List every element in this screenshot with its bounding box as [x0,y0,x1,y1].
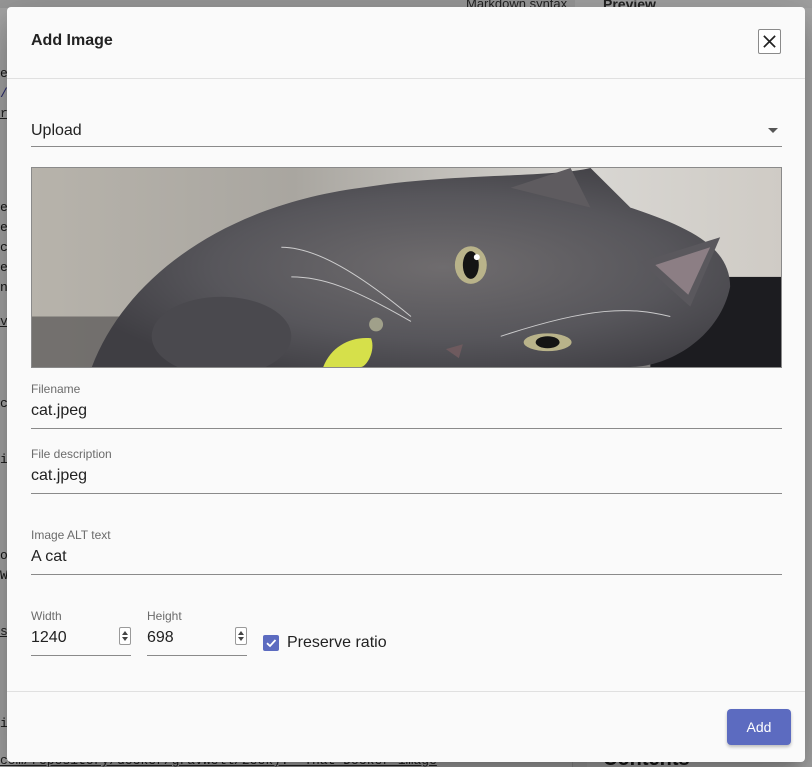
width-label: Width [31,609,62,623]
stepper-down-icon[interactable] [122,637,128,641]
image-preview [31,167,782,368]
dropdown-arrow-icon [768,128,778,133]
width-stepper[interactable] [119,627,131,645]
width-input[interactable] [31,625,131,656]
dialog-footer: Add [7,691,805,763]
file-description-field: File description [31,447,782,494]
preserve-ratio-checkbox[interactable] [263,635,279,651]
height-input[interactable] [147,625,247,656]
stepper-up-icon[interactable] [122,631,128,635]
dialog-title: Add Image [31,32,113,49]
height-field: Height [147,609,247,656]
alt-text-label: Image ALT text [31,528,111,542]
alt-text-input[interactable] [31,544,782,575]
width-field: Width [31,609,131,656]
checkmark-icon [266,639,277,648]
add-image-dialog: Add Image Upload Filename cat.jpeg File … [7,7,805,762]
close-button[interactable] [758,29,781,54]
cat-photo [32,168,781,367]
close-icon [763,35,776,48]
dialog-header: Add Image [7,7,805,79]
filename-label: Filename [31,382,81,396]
filename-input[interactable] [31,398,782,429]
alt-text-field: Image ALT text [31,528,782,575]
height-label: Height [147,609,182,623]
preserve-ratio-checkbox-row[interactable]: Preserve ratio [263,633,387,653]
file-description-input[interactable] [31,463,782,494]
preserve-ratio-label: Preserve ratio [287,634,387,651]
stepper-up-icon[interactable] [238,631,244,635]
filename-field: Filename [31,382,782,429]
image-source-value: Upload [31,122,82,139]
file-description-label: File description [31,447,112,461]
add-button[interactable]: Add [727,709,791,745]
image-source-select[interactable]: Upload [31,116,782,147]
stepper-down-icon[interactable] [238,637,244,641]
height-stepper[interactable] [235,627,247,645]
